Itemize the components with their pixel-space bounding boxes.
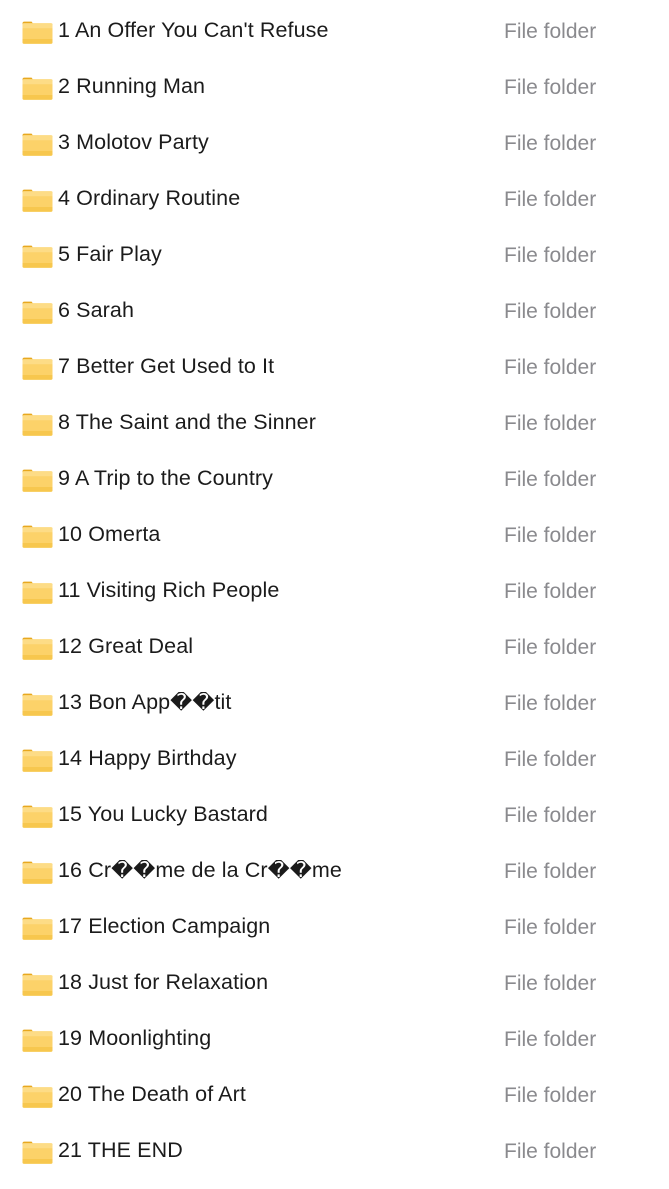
file-name: 20 The Death of Art: [58, 1084, 246, 1107]
file-list-item[interactable]: 10 Omerta File folder: [0, 508, 669, 564]
file-type: File folder: [504, 635, 597, 659]
file-type: File folder: [504, 523, 597, 547]
file-type: File folder: [504, 19, 597, 43]
folder-icon: [22, 129, 58, 159]
file-name: 4 Ordinary Routine: [58, 188, 241, 211]
folder-icon: [22, 297, 58, 327]
file-type: File folder: [504, 131, 597, 155]
file-list-item[interactable]: 19 Moonlighting File folder: [0, 1012, 669, 1068]
folder-icon: [22, 241, 58, 271]
file-type: File folder: [504, 859, 597, 883]
file-list-item[interactable]: 12 Great Deal File folder: [0, 620, 669, 676]
file-list-item[interactable]: 8 The Saint and the Sinner File folder: [0, 396, 669, 452]
file-list-item[interactable]: 7 Better Get Used to It File folder: [0, 340, 669, 396]
file-name: 6 Sarah: [58, 300, 135, 323]
file-name: 13 Bon App��tit: [58, 692, 232, 715]
file-name: 5 Fair Play: [58, 244, 162, 267]
file-type: File folder: [504, 691, 597, 715]
file-name: 14 Happy Birthday: [58, 748, 237, 771]
file-list-item[interactable]: 11 Visiting Rich People File folder: [0, 564, 669, 620]
folder-icon: [22, 185, 58, 215]
file-list-item[interactable]: 16 Cr��me de la Cr��me File folder: [0, 844, 669, 900]
file-list-item[interactable]: 18 Just for Relaxation File folder: [0, 956, 669, 1012]
folder-icon: [22, 801, 58, 831]
file-type: File folder: [504, 747, 597, 771]
file-list-item[interactable]: 5 Fair Play File folder: [0, 228, 669, 284]
file-list-item[interactable]: 14 Happy Birthday File folder: [0, 732, 669, 788]
folder-icon: [22, 353, 58, 383]
file-name: 3 Molotov Party: [58, 132, 209, 155]
file-type: File folder: [504, 915, 597, 939]
folder-icon: [22, 1137, 58, 1167]
folder-icon: [22, 689, 58, 719]
file-type: File folder: [504, 1083, 597, 1107]
folder-icon: [22, 1025, 58, 1055]
file-list-item[interactable]: 2 Running Man File folder: [0, 60, 669, 116]
folder-icon: [22, 857, 58, 887]
file-type: File folder: [504, 75, 597, 99]
folder-icon: [22, 17, 58, 47]
file-name: 21 THE END: [58, 1140, 183, 1163]
file-list-item[interactable]: 9 A Trip to the Country File folder: [0, 452, 669, 508]
file-name: 18 Just for Relaxation: [58, 972, 269, 995]
folder-icon: [22, 633, 58, 663]
file-name: 12 Great Deal: [58, 636, 194, 659]
file-name: 9 A Trip to the Country: [58, 468, 274, 491]
file-name: 7 Better Get Used to It: [58, 356, 275, 379]
folder-icon: [22, 465, 58, 495]
folder-icon: [22, 1081, 58, 1111]
file-name: 10 Omerta: [58, 524, 161, 547]
file-name: 17 Election Campaign: [58, 916, 271, 939]
file-list-item[interactable]: 4 Ordinary Routine File folder: [0, 172, 669, 228]
file-list-item[interactable]: 15 You Lucky Bastard File folder: [0, 788, 669, 844]
folder-icon: [22, 521, 58, 551]
file-type: File folder: [504, 411, 597, 435]
file-name: 8 The Saint and the Sinner: [58, 412, 316, 435]
file-type: File folder: [504, 1139, 597, 1163]
file-list-item[interactable]: 17 Election Campaign File folder: [0, 900, 669, 956]
file-type: File folder: [504, 1027, 597, 1051]
file-list-item[interactable]: 1 An Offer You Can't Refuse File folder: [0, 4, 669, 60]
file-name: 2 Running Man: [58, 76, 206, 99]
file-type: File folder: [504, 355, 597, 379]
file-list-item[interactable]: 6 Sarah File folder: [0, 284, 669, 340]
folder-icon: [22, 745, 58, 775]
file-name: 15 You Lucky Bastard: [58, 804, 268, 827]
folder-icon: [22, 409, 58, 439]
file-list-item[interactable]: 21 THE END File folder: [0, 1124, 669, 1180]
file-type: File folder: [504, 971, 597, 995]
file-type: File folder: [504, 299, 597, 323]
folder-icon: [22, 913, 58, 943]
file-type: File folder: [504, 579, 597, 603]
file-name: 1 An Offer You Can't Refuse: [58, 20, 329, 43]
file-type: File folder: [504, 803, 597, 827]
file-name: 11 Visiting Rich People: [58, 580, 280, 603]
file-list: 1 An Offer You Can't Refuse File folder …: [0, 0, 669, 1180]
folder-icon: [22, 969, 58, 999]
file-name: 16 Cr��me de la Cr��me: [58, 860, 342, 883]
file-type: File folder: [504, 467, 597, 491]
file-list-item[interactable]: 20 The Death of Art File folder: [0, 1068, 669, 1124]
file-type: File folder: [504, 243, 597, 267]
folder-icon: [22, 577, 58, 607]
file-list-item[interactable]: 13 Bon App��tit File folder: [0, 676, 669, 732]
file-list-item[interactable]: 3 Molotov Party File folder: [0, 116, 669, 172]
file-type: File folder: [504, 187, 597, 211]
folder-icon: [22, 73, 58, 103]
file-name: 19 Moonlighting: [58, 1028, 212, 1051]
